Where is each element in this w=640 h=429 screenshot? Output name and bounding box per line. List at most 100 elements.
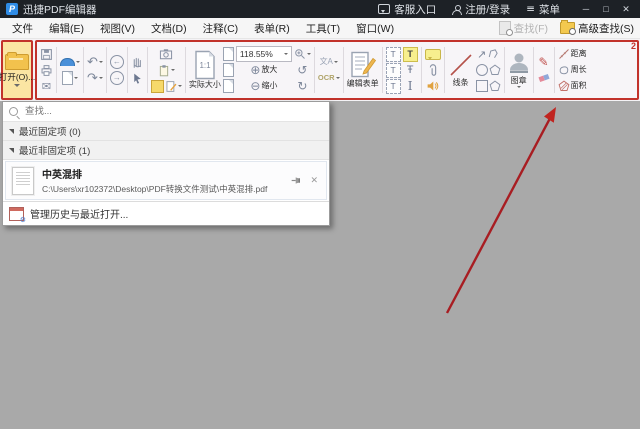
menu-view[interactable]: 视图(V) (92, 21, 143, 36)
line-tool-button[interactable]: 线条 (448, 52, 474, 88)
perimeter-tool[interactable]: 周长 (558, 63, 587, 78)
zoom-level-select[interactable]: 118.55% (235, 46, 292, 62)
find-button[interactable]: 查找(F) (498, 21, 548, 36)
edit-form-button[interactable]: 编辑表单 (347, 51, 379, 89)
find-icon (498, 21, 513, 36)
menu-file[interactable]: 文件 (4, 21, 41, 36)
remove-icon[interactable]: ✕ (310, 175, 318, 186)
pinned-section-header[interactable]: 最近固定项 (0) (3, 122, 329, 141)
advanced-find-button[interactable]: 高级查找(S) (560, 20, 634, 36)
pin-icon[interactable] (291, 176, 304, 185)
file-path: C:\Users\xr102372\Desktop\PDF转换文件测试\中英混排… (42, 184, 268, 194)
redo-button[interactable]: ↷ (87, 71, 103, 86)
print-button[interactable] (40, 63, 53, 78)
rotate-right-button[interactable]: ↻ (294, 79, 311, 94)
menu-document[interactable]: 文档(D) (143, 21, 195, 36)
collapse-triangle-icon (9, 147, 14, 153)
chat-icon (378, 4, 391, 14)
ellipse-tool-icon[interactable] (475, 64, 488, 76)
snapshot-icon (160, 49, 173, 60)
text-area-icon: T (385, 78, 401, 94)
mail-button[interactable]: ✉ (40, 79, 53, 94)
text-cursor-button[interactable]: I (403, 79, 418, 94)
edit-text-button[interactable]: Ŧ (403, 63, 418, 78)
open-folder-icon (5, 51, 29, 70)
actual-size-icon: 1:1 (195, 50, 215, 80)
rectangle-tool-icon[interactable] (475, 80, 488, 92)
menu-form[interactable]: 表单(R) (246, 21, 298, 36)
zoom-in-button[interactable]: ⊕ 放大 (236, 63, 292, 78)
sticky-note-icon[interactable] (150, 79, 164, 93)
actual-size-button[interactable]: 1:1 实际大小 (189, 50, 221, 90)
paperclip-icon (429, 64, 436, 76)
minus-circle-icon: ⊖ (250, 79, 261, 93)
eraser-tool-button[interactable] (537, 71, 551, 86)
open-label: 打开(O)... (0, 71, 36, 82)
arrow-tool-icon[interactable]: ↗ (477, 49, 486, 60)
magnifier-plus-icon (295, 49, 305, 59)
add-text-button[interactable]: T (402, 46, 418, 62)
polygon-tool-icon[interactable] (489, 64, 501, 76)
search-input[interactable] (23, 105, 307, 118)
annotation-number: 2 (630, 41, 636, 51)
distance-icon (558, 49, 569, 59)
sound-button[interactable] (425, 79, 441, 94)
support-entry-button[interactable]: 客服入口 (378, 2, 436, 17)
save-icon (41, 48, 52, 60)
print-icon (41, 64, 52, 76)
titlebar: P 迅捷PDF编辑器 客服入口 注册/登录 ≡ 菜单 ─ □ ✕ (0, 0, 640, 18)
select-tool-icon (134, 73, 141, 84)
undo-button[interactable]: ↶ (87, 55, 103, 70)
snapshot-button[interactable] (151, 47, 182, 62)
zoom-out-button[interactable]: ⊖ 缩小 (236, 79, 292, 94)
line-icon (450, 54, 472, 76)
login-button[interactable]: 注册/登录 (452, 2, 510, 17)
signature-icon[interactable] (165, 80, 177, 93)
translate-icon: 文A (319, 57, 333, 66)
menu-window[interactable]: 窗口(W) (348, 21, 402, 36)
fit-width-button[interactable] (222, 63, 234, 78)
area-tool[interactable]: 面积 (558, 79, 587, 94)
stamp-caret-icon (516, 86, 521, 89)
hand-tool-button[interactable] (131, 55, 144, 70)
redo-icon: ↷ (87, 70, 98, 86)
marquee-zoom-button[interactable] (294, 47, 311, 62)
text-area-button[interactable]: T (385, 78, 401, 94)
maximize-button[interactable]: □ (596, 4, 616, 15)
menu-edit[interactable]: 编辑(E) (41, 21, 92, 36)
attachment-button[interactable] (425, 63, 441, 78)
pencil-tool-button[interactable]: ✎ (537, 55, 551, 70)
menu-comment[interactable]: 注释(C) (195, 21, 247, 36)
select-tool-button[interactable] (131, 71, 144, 86)
paste-button[interactable] (151, 63, 182, 78)
speaker-icon (427, 81, 439, 91)
search-icon (9, 107, 18, 116)
fit-page-button[interactable] (222, 47, 234, 62)
translate-button[interactable]: 文A (318, 55, 340, 70)
fit-visible-button[interactable] (222, 79, 234, 94)
menu-button[interactable]: ≡ 菜单 (526, 2, 560, 17)
comment-button[interactable] (424, 47, 441, 62)
save-button[interactable] (40, 47, 53, 62)
text-field-button[interactable]: T (385, 46, 401, 62)
rotate-left-button[interactable]: ↺ (294, 63, 311, 78)
ocr-button[interactable]: OCR (318, 71, 340, 86)
menu-tools[interactable]: 工具(T) (298, 21, 348, 36)
previous-view-button[interactable]: ← (109, 55, 124, 70)
pentagon-tool-icon[interactable] (489, 80, 501, 92)
text-box-button[interactable]: T (385, 62, 401, 78)
distance-tool[interactable]: 距离 (558, 47, 587, 62)
next-view-button[interactable]: → (109, 71, 124, 86)
add-text-icon: T (402, 46, 418, 62)
stamp-tool-button[interactable]: 图章 (508, 52, 530, 89)
new-page-button[interactable] (60, 71, 80, 86)
collapse-triangle-icon (9, 128, 14, 134)
polyline-tool-icon[interactable] (487, 48, 499, 60)
create-tool-button[interactable] (60, 55, 80, 70)
open-button[interactable]: 打开(O)... (0, 40, 36, 100)
unpinned-section-header[interactable]: 最近非固定项 (1) (3, 141, 329, 160)
recent-file-item[interactable]: 中英混排 C:\Users\xr102372\Desktop\PDF转换文件测试… (5, 161, 327, 200)
manage-history-item[interactable]: 管理历史与最近打开... (3, 201, 329, 225)
close-button[interactable]: ✕ (616, 4, 636, 15)
minimize-button[interactable]: ─ (576, 4, 596, 15)
